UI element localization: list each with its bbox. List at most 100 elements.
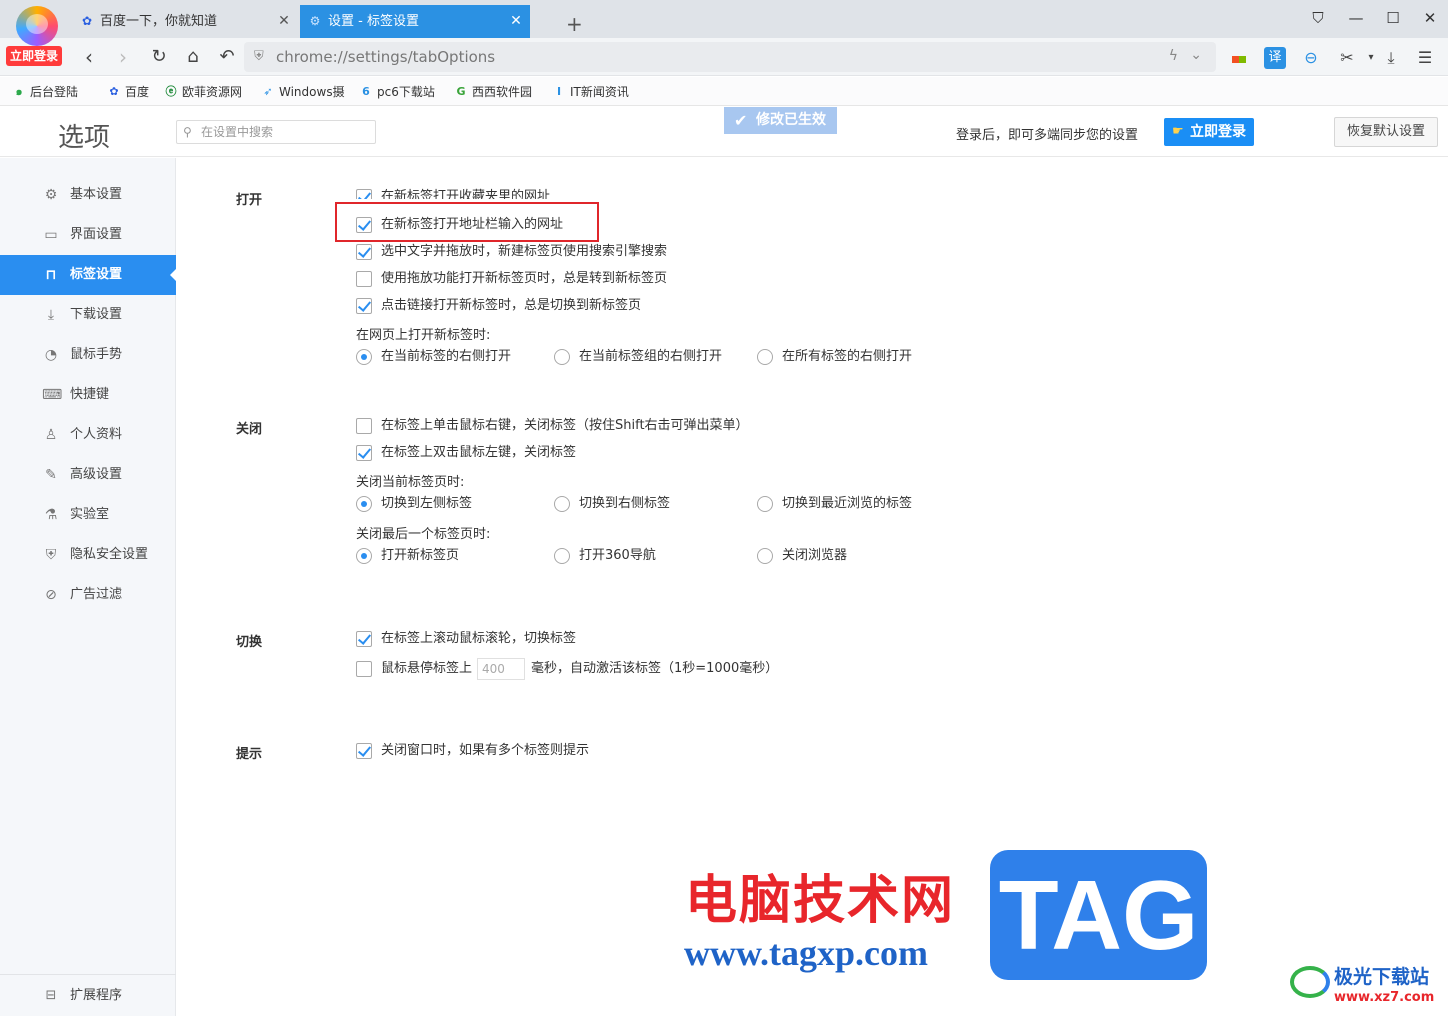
address-text[interactable]: chrome://settings/tabOptions [276,42,495,72]
open-position-right-of-group[interactable]: 在当前标签组的右侧打开 [554,347,722,367]
minimize-button[interactable]: — [1344,6,1368,30]
bookmark-item[interactable]: ➶ Windows摄 [261,82,344,102]
radio[interactable] [554,548,570,564]
check-icon: ✔ [734,111,748,130]
checkbox[interactable] [356,445,372,461]
minus-circle-icon[interactable]: ⊖ [1300,47,1322,69]
browser-logo[interactable]: 立即登录 [6,4,66,66]
close-option-double-click[interactable]: 在标签上双击鼠标左键，关闭标签 [356,443,576,463]
new-tab-button[interactable]: + [538,8,583,41]
radio[interactable] [757,349,773,365]
bird-icon: ➶ [263,85,273,98]
settings-sidebar: ⚙ 基本设置 ▭ 界面设置 ⊓ 标签设置 ⤓ 下载设置 ◔ 鼠标手势 ⌨ 快捷键 ♙ 个人资料… [0,158,177,1016]
download-icon[interactable]: ⤓ [1380,47,1402,69]
switch-option-wheel[interactable]: 在标签上滚动鼠标滚轮，切换标签 [356,629,576,649]
restore-defaults-button[interactable]: 恢复默认设置 [1334,117,1438,147]
bookmark-item[interactable]: 6 pc6下载站 [359,82,435,102]
bookmark-item[interactable]: I IT新闻资讯 [552,82,629,102]
baidu-paw-icon: ✿ [81,14,93,28]
skin-icon[interactable]: ⛉ [1306,6,1330,30]
tab-title: 百度一下，你就知道 [100,14,218,29]
chevron-down-icon[interactable]: ⌄ [1190,47,1202,63]
sidebar-item-download[interactable]: ⤓ 下载设置 [0,295,176,335]
sidebar-item-interface[interactable]: ▭ 界面设置 [0,215,176,255]
sync-hint: 登录后，即可多端同步您的设置 [956,128,1139,143]
tab-baidu[interactable]: ✿ 百度一下，你就知道 ✕ [72,5,298,38]
checkbox[interactable] [356,298,372,314]
open-option-link-switch[interactable]: 点击链接打开新标签时，总是切换到新标签页 [356,296,641,316]
chevron-down-icon[interactable]: ▾ [1360,47,1382,69]
switch-option-hover[interactable]: 鼠标悬停标签上 [356,659,472,679]
close-last-newtab[interactable]: 打开新标签页 [356,546,459,566]
sidebar-item-privacy[interactable]: ⛨ 隐私安全设置 [0,535,176,575]
back-button[interactable]: ‹ [76,44,102,70]
sidebar-item-adblock[interactable]: ⊘ 广告过滤 [0,575,176,615]
maximize-button[interactable]: ☐ [1381,6,1405,30]
bookmark-item[interactable]: ⓔ 欧菲资源网 [164,82,243,102]
radio[interactable] [554,496,570,512]
tab-settings[interactable]: ⚙ 设置 - 标签设置 ✕ [300,5,530,38]
close-current-recent[interactable]: 切换到最近浏览的标签 [757,494,912,514]
close-tab-icon[interactable]: ✕ [508,5,524,38]
close-current-left[interactable]: 切换到左侧标签 [356,494,472,514]
home-button[interactable]: ⌂ [180,44,206,70]
wrench-icon: ✎ [45,467,57,483]
sidebar-item-mouse[interactable]: ◔ 鼠标手势 [0,335,176,375]
close-current-label: 关闭当前标签页时: [356,475,465,490]
translate-icon[interactable]: 译 [1264,47,1286,69]
window-icon: ▭ [44,227,58,243]
radio[interactable] [757,548,773,564]
scissors-icon[interactable]: ✂ [1336,47,1358,69]
sidebar-item-advanced[interactable]: ✎ 高级设置 [0,455,176,495]
reload-button[interactable]: ↻ [146,44,172,70]
bookmark-item[interactable]: G 西西软件园 [454,82,532,102]
sidebar-item-shortcuts[interactable]: ⌨ 快捷键 [0,375,176,415]
radio[interactable] [356,349,372,365]
open-position-right-of-all[interactable]: 在所有标签的右侧打开 [757,347,912,367]
checkbox[interactable] [356,189,372,199]
open-option-favorites[interactable]: 在新标签打开收藏夹里的网址 [356,187,550,199]
sidebar-item-extensions[interactable]: ⊟ 扩展程序 [0,974,176,1016]
hint-option-multi-tab[interactable]: 关闭窗口时，如果有多个标签则提示 [356,741,589,761]
checkbox[interactable] [356,418,372,434]
sidebar-item-basic[interactable]: ⚙ 基本设置 [0,175,176,215]
search-placeholder: 在设置中搜索 [201,125,274,139]
close-tab-icon[interactable]: ✕ [276,5,292,38]
bookmark-item[interactable]: ๑后台登陆 [12,82,79,102]
sidebar-item-lab[interactable]: ⚗ 实验室 [0,495,176,535]
address-bar[interactable]: ⛨ chrome://settings/tabOptions ϟ ⌄ [244,42,1216,72]
radio[interactable] [356,548,372,564]
menu-icon[interactable]: ☰ [1414,47,1436,69]
section-open-title: 打开 [236,193,263,208]
checkbox[interactable] [356,244,372,260]
highlight-box [335,202,599,242]
checkbox[interactable] [356,743,372,759]
checkbox[interactable] [356,271,372,287]
close-window-button[interactable]: ✕ [1418,6,1442,30]
undo-close-button[interactable]: ↶ [214,44,240,70]
checkbox[interactable] [356,631,372,647]
checkbox[interactable] [356,661,372,677]
browser-logo-icon [16,6,58,46]
radio[interactable] [757,496,773,512]
close-option-right-click[interactable]: 在标签上单击鼠标右键，关闭标签（按住Shift右击可弹出菜单） [356,416,749,436]
open-option-drag-search[interactable]: 选中文字并拖放时，新建标签页使用搜索引擎搜索 [356,242,667,262]
bookmark-item[interactable]: ✿ 百度 [107,82,149,102]
radio[interactable] [554,349,570,365]
close-last-360nav[interactable]: 打开360导航 [554,546,656,566]
forward-button[interactable]: › [110,44,136,70]
login-badge[interactable]: 立即登录 [6,46,62,66]
lightning-icon[interactable]: ϟ [1169,48,1178,64]
apps-grid-icon[interactable] [1228,47,1250,69]
navigation-bar: ‹ › ↻ ⌂ ↶ ⛨ chrome://settings/tabOptions… [0,38,1448,76]
open-position-right-of-current[interactable]: 在当前标签的右侧打开 [356,347,511,367]
radio[interactable] [356,496,372,512]
sidebar-item-profile[interactable]: ♙ 个人资料 [0,415,176,455]
sidebar-item-tabs[interactable]: ⊓ 标签设置 [0,255,177,295]
close-current-right[interactable]: 切换到右侧标签 [554,494,670,514]
open-option-drag-switch[interactable]: 使用拖放功能打开新标签页时，总是转到新标签页 [356,269,667,289]
settings-search-input[interactable]: ⚲ 在设置中搜索 [176,120,376,144]
close-last-browser[interactable]: 关闭浏览器 [757,546,847,566]
login-button[interactable]: ☛ 立即登录 [1164,118,1254,146]
tab-title: 设置 - 标签设置 [328,14,419,29]
